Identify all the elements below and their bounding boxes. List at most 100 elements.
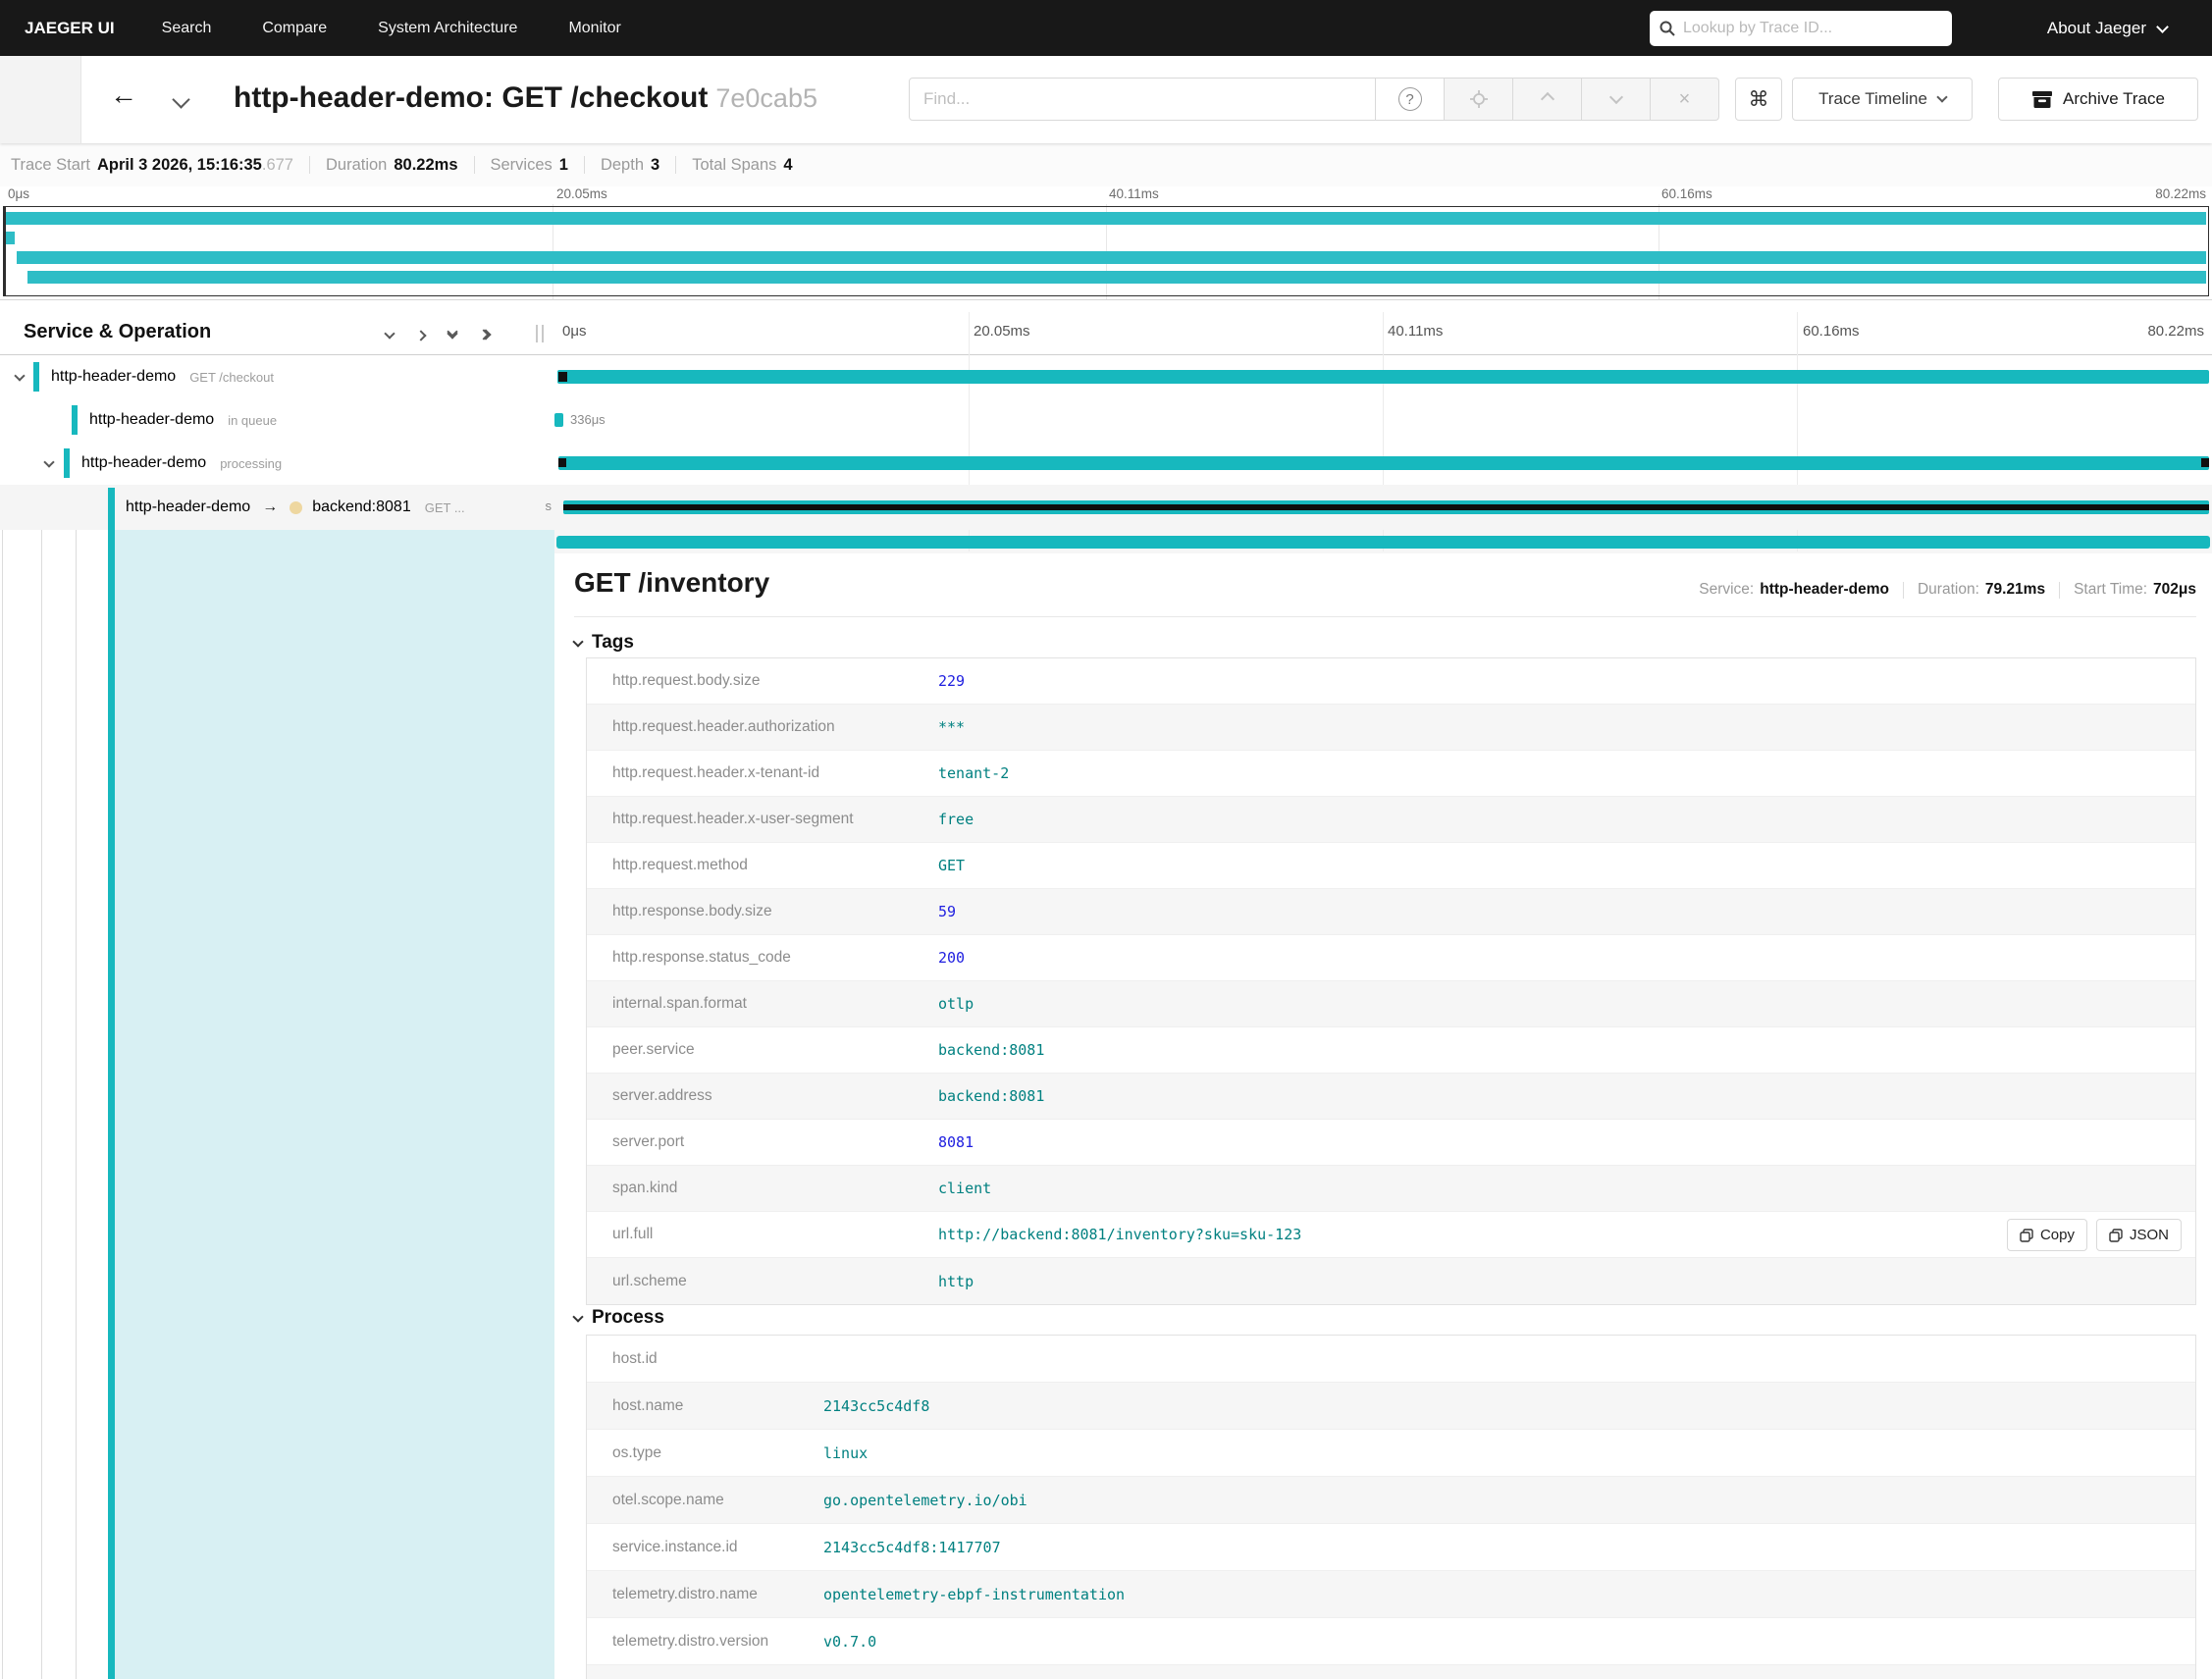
divider	[574, 616, 2196, 617]
span-row[interactable]: http-header-demo in queue 336μs	[0, 398, 2212, 442]
trace-title-text: http-header-demo: GET /checkout	[234, 81, 709, 114]
span-service-name: http-header-demo	[51, 368, 177, 385]
tick-label: 0μs	[8, 186, 30, 201]
trace-start-label: Trace Start	[11, 155, 90, 174]
span-track	[554, 442, 2212, 485]
span-duration-bar[interactable]	[554, 413, 564, 427]
span-collapse-chevron-icon[interactable]	[43, 456, 55, 468]
tick-label: 60.16ms	[1661, 186, 1712, 201]
tag-value: http://backend:8081/inventory?sku=sku-12…	[938, 1226, 1302, 1243]
arrow-right-icon: →	[262, 498, 279, 515]
tag-value: linux	[823, 1443, 869, 1462]
focus-span-button	[1445, 78, 1513, 121]
expand-all-icon[interactable]	[478, 329, 492, 341]
selected-span-bar	[556, 536, 2210, 549]
tag-row: http.response.status_code 200	[587, 935, 2195, 981]
span-collapse-chevron-icon[interactable]	[14, 370, 26, 382]
archive-trace-button[interactable]: Archive Trace	[1998, 78, 2198, 121]
crosshair-icon	[1469, 90, 1488, 108]
tick-label: 80.22ms	[2155, 186, 2206, 201]
close-icon: ×	[1678, 87, 1691, 110]
trace-view-label: Trace Timeline	[1818, 89, 1927, 108]
span-label: http-header-demo GET /checkout	[0, 355, 554, 398]
tag-value: v0.7.0	[823, 1632, 877, 1651]
find-controls: ? ×	[1376, 78, 1719, 121]
nav-item-monitor[interactable]: Monitor	[568, 20, 620, 37]
trace-start-value: April 3 2026, 15:16:35	[97, 155, 262, 174]
nav-item-system-architecture[interactable]: System Architecture	[378, 20, 517, 37]
process-row: service.instance.id 2143cc5c4df8:1417707	[587, 1524, 2195, 1571]
json-button[interactable]: JSON	[2095, 1219, 2182, 1251]
collapse-one-icon[interactable]	[384, 328, 395, 340]
tree-indent-guide	[41, 530, 42, 1679]
start-time-label: Start Time:	[2074, 581, 2148, 598]
span-label: http-header-demo processing	[0, 442, 554, 485]
tag-key: otel.scope.name	[612, 1491, 724, 1508]
minimap-viewport[interactable]	[3, 206, 2209, 296]
tag-value: 8081	[938, 1133, 974, 1151]
tag-key: http.request.header.authorization	[612, 718, 835, 735]
tag-value: free	[938, 811, 974, 828]
copy-icon	[2020, 1228, 2033, 1242]
expand-one-icon[interactable]	[415, 330, 427, 341]
tag-value: 200	[938, 949, 966, 967]
span-detail-panel: GET /inventory Service: http-header-demo…	[554, 553, 2212, 1679]
collapse-all-icon[interactable]	[447, 326, 458, 340]
chevron-down-icon	[572, 635, 584, 648]
clipped-duration-text: s	[545, 498, 553, 513]
copy-button[interactable]: Copy	[2006, 1219, 2087, 1251]
span-operation-name: GET /checkout	[189, 369, 274, 385]
tag-key: internal.span.format	[612, 995, 747, 1012]
column-resize-handle[interactable]	[536, 325, 544, 342]
nav-item-search[interactable]: Search	[162, 20, 212, 37]
tags-section-header[interactable]: Tags	[572, 632, 634, 654]
divider	[2059, 581, 2061, 599]
tag-key: http.response.status_code	[612, 949, 791, 966]
about-jaeger-menu[interactable]: About Jaeger	[2046, 0, 2169, 56]
archive-icon	[2032, 90, 2053, 108]
help-icon: ?	[1397, 87, 1422, 111]
tick-label: 20.05ms	[974, 323, 1030, 340]
tag-row: server.address backend:8081	[587, 1074, 2195, 1120]
back-button[interactable]: ←	[110, 79, 137, 111]
tag-key: http.response.body.size	[612, 903, 772, 919]
tree-indent-guide	[2, 530, 3, 1679]
tag-row: http.request.header.x-tenant-id tenant-2	[587, 751, 2195, 797]
chevron-down-icon	[1608, 89, 1623, 105]
trace-lookup-box	[1650, 11, 1952, 46]
span-row[interactable]: http-header-demo GET /checkout	[0, 355, 2212, 398]
about-jaeger-label: About Jaeger	[2046, 18, 2146, 37]
tag-key: http.request.body.size	[612, 672, 761, 689]
tag-value: 59	[938, 903, 957, 920]
span-row[interactable]: http-header-demo processing	[0, 442, 2212, 485]
tag-value: 2143cc5c4df8:1417707	[823, 1538, 1001, 1556]
span-duration-bar[interactable]	[563, 500, 2210, 514]
keyboard-shortcuts-button[interactable]: ⌘	[1735, 78, 1782, 121]
span-row-selected[interactable]: http-header-demo → backend:8081 GET ... …	[0, 485, 2212, 530]
trace-view-dropdown[interactable]: Trace Timeline	[1792, 78, 1973, 121]
tag-key: host.name	[612, 1396, 684, 1414]
chevron-down-icon	[1936, 91, 1948, 103]
service-operation-header: Service & Operation	[24, 321, 212, 342]
divider	[308, 156, 310, 174]
find-input[interactable]	[909, 78, 1376, 121]
tick-label: 60.16ms	[1803, 323, 1860, 340]
tag-value: tenant-2	[938, 764, 1010, 782]
service-color-bar	[72, 405, 78, 435]
timeline-minimap[interactable]	[0, 204, 2212, 300]
app-logo[interactable]: JAEGER UI	[25, 19, 115, 38]
span-duration-bar[interactable]	[558, 456, 2209, 470]
nav-item-compare[interactable]: Compare	[262, 20, 327, 37]
tag-key: service.instance.id	[612, 1538, 738, 1555]
find-next-button	[1582, 78, 1651, 121]
process-row: host.name 2143cc5c4df8	[587, 1383, 2195, 1430]
tag-row: http.request.header.authorization ***	[587, 705, 2195, 751]
selected-span-accent-bar	[108, 530, 115, 1679]
collapse-trace-chevron-icon[interactable]	[172, 90, 190, 109]
process-section-header[interactable]: Process	[572, 1307, 664, 1329]
depth-label: Depth	[600, 155, 644, 174]
tree-indent-guide	[76, 530, 77, 1679]
trace-lookup-input[interactable]	[1683, 20, 1942, 37]
span-duration-bar[interactable]	[556, 370, 2210, 384]
find-help-button[interactable]: ?	[1376, 78, 1445, 121]
